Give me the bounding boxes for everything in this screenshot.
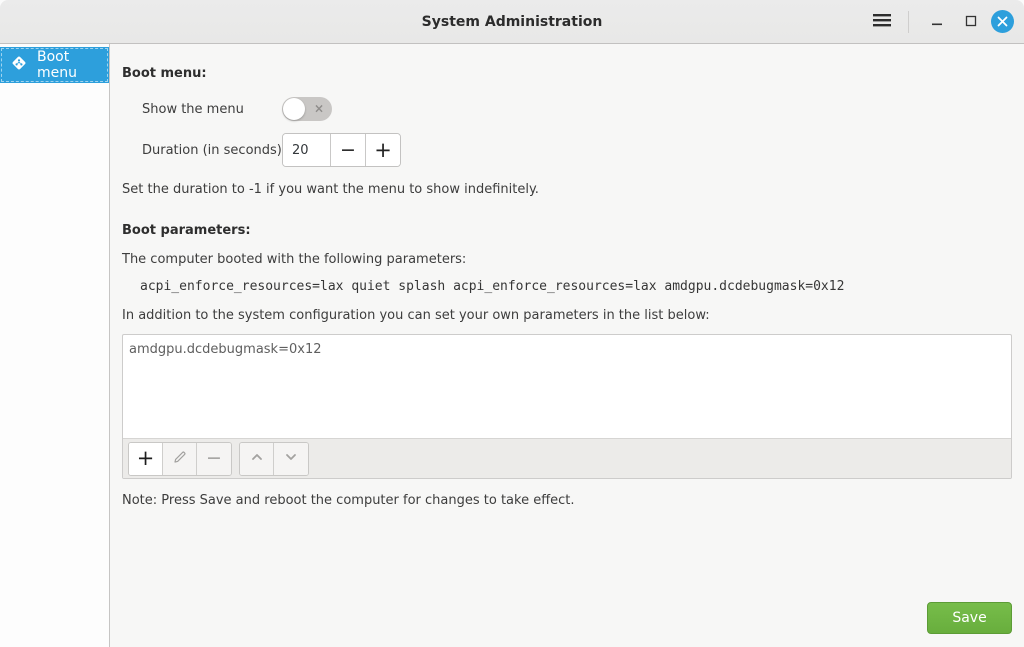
- duration-increment-button[interactable]: +: [365, 134, 400, 166]
- sidebar-item-label: Boot menu: [37, 49, 109, 81]
- param-list-item[interactable]: amdgpu.dcdebugmask=0x12: [129, 341, 1005, 358]
- window-title: System Administration: [422, 14, 603, 30]
- add-icon: +: [137, 448, 155, 469]
- duration-label: Duration (in seconds): [142, 143, 282, 158]
- minus-icon: −: [206, 449, 222, 468]
- system-administration-window: System Administration: [0, 0, 1024, 647]
- move-down-button[interactable]: [274, 443, 308, 475]
- duration-input[interactable]: [283, 134, 330, 166]
- edit-param-button[interactable]: [163, 443, 197, 475]
- boot-parameters-heading: Boot parameters:: [122, 223, 1012, 239]
- hamburger-icon: [872, 12, 892, 32]
- titlebar-separator: [908, 11, 909, 33]
- chevron-up-icon: [249, 449, 265, 469]
- own-params-label: In addition to the system configuration …: [122, 308, 1012, 323]
- booted-params-value: acpi_enforce_resources=lax quiet splash …: [140, 279, 1012, 294]
- duration-spinbox: − +: [282, 133, 401, 167]
- move-up-button[interactable]: [240, 443, 274, 475]
- show-menu-toggle[interactable]: ×: [282, 97, 332, 121]
- close-icon: [997, 12, 1008, 31]
- show-menu-label: Show the menu: [142, 102, 282, 117]
- maximize-icon: [965, 12, 977, 31]
- move-button-group: [239, 442, 309, 476]
- booted-params-label: The computer booted with the following p…: [122, 252, 1012, 267]
- boot-menu-icon: [10, 54, 28, 76]
- minimize-button[interactable]: [923, 8, 951, 36]
- remove-param-button[interactable]: −: [197, 443, 231, 475]
- show-menu-row: Show the menu ×: [122, 97, 1012, 121]
- minus-icon: −: [340, 141, 356, 160]
- duration-row: Duration (in seconds) − +: [122, 133, 1012, 167]
- duration-decrement-button[interactable]: −: [330, 134, 365, 166]
- plus-icon: +: [374, 140, 392, 161]
- titlebar: System Administration: [0, 0, 1024, 44]
- save-note: Note: Press Save and reboot the computer…: [122, 493, 1012, 508]
- params-list[interactable]: amdgpu.dcdebugmask=0x12: [123, 335, 1011, 438]
- duration-hint: Set the duration to -1 if you want the m…: [122, 182, 1012, 197]
- edit-button-group: + −: [128, 442, 232, 476]
- titlebar-controls: [868, 8, 1014, 36]
- toggle-off-mark: ×: [314, 103, 324, 115]
- sidebar: Boot menu: [0, 44, 110, 647]
- params-toolbar: + −: [123, 438, 1011, 478]
- save-button[interactable]: Save: [927, 602, 1012, 634]
- pencil-icon: [172, 449, 188, 469]
- chevron-down-icon: [283, 449, 299, 469]
- sidebar-item-boot-menu[interactable]: Boot menu: [0, 47, 109, 83]
- close-button[interactable]: [991, 10, 1014, 33]
- menu-button[interactable]: [868, 8, 896, 36]
- main-content: Boot menu: Show the menu × Duration (in …: [110, 44, 1024, 647]
- params-frame: amdgpu.dcdebugmask=0x12 +: [122, 334, 1012, 479]
- toggle-knob: [283, 98, 305, 120]
- add-param-button[interactable]: +: [129, 443, 163, 475]
- boot-menu-heading: Boot menu:: [122, 66, 1012, 82]
- minimize-icon: [931, 12, 943, 31]
- maximize-button[interactable]: [957, 8, 985, 36]
